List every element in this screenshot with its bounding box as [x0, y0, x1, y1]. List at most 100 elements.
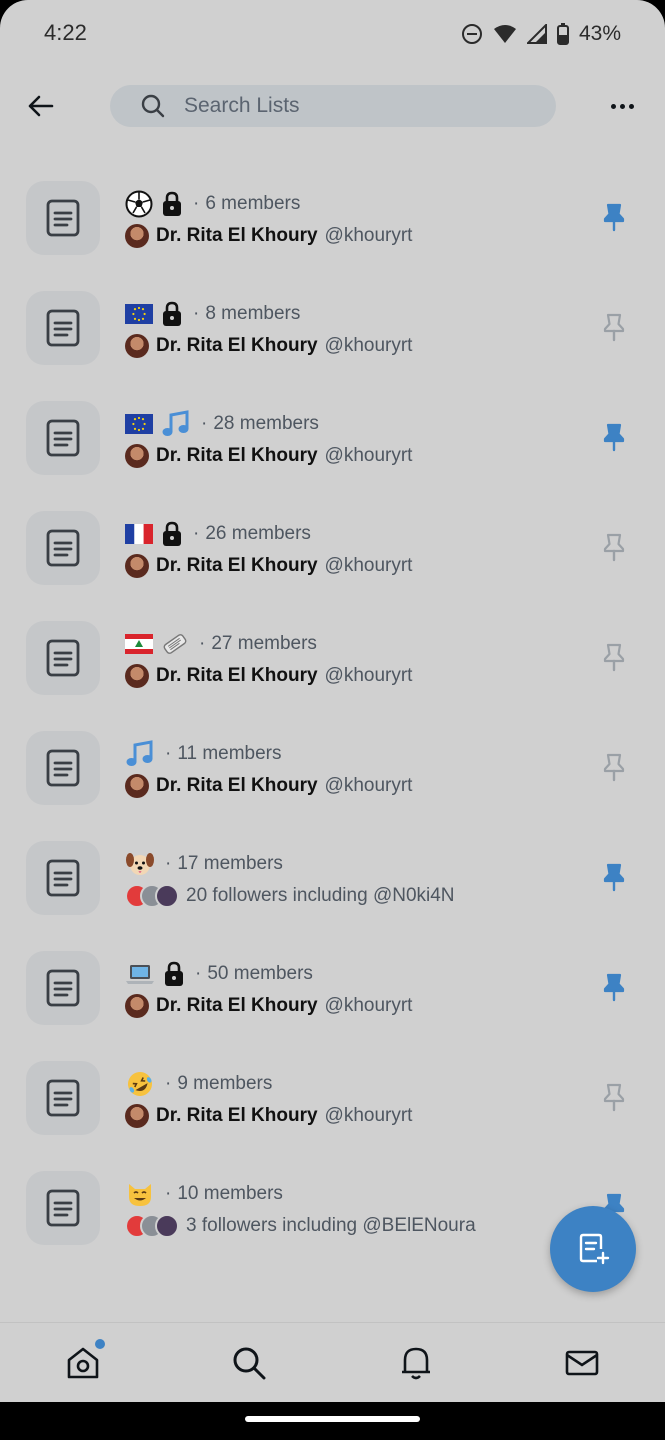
list-meta: Dr. Rita El Khoury @khouryrt [125, 223, 412, 249]
lists-container: · 6 members Dr. Rita El Khoury @khouryrt · 8 … [0, 163, 665, 1263]
list-name: · 26 members [125, 520, 311, 548]
lock-icon [161, 521, 183, 547]
owner-handle: @khouryrt [324, 995, 413, 1016]
back-button[interactable] [22, 88, 58, 124]
pin-toggle-button[interactable] [598, 1081, 630, 1113]
list-meta: Dr. Rita El Khoury @khouryrt [125, 553, 412, 579]
list-name: · 27 members [125, 630, 317, 658]
nav-messages[interactable] [562, 1343, 602, 1383]
list-name: · 8 members [125, 300, 300, 328]
list-item[interactable]: · 17 members 20 followers including @N0ki4… [0, 823, 665, 933]
follower-avatars [125, 884, 179, 908]
list-name: · 50 members [125, 960, 313, 988]
follower-avatars [125, 1214, 179, 1238]
lebanon-flag-icon [125, 634, 153, 654]
battery-percent: 43% [578, 22, 621, 45]
list-doc-icon [46, 199, 80, 237]
newspaper-icon [161, 631, 189, 657]
list-doc-icon [46, 859, 80, 897]
pin-toggle-button[interactable] [598, 971, 630, 1003]
app-screen: 4:22 43% Search Lists · 6 members Dr. Ri… [0, 0, 665, 1402]
avatar [125, 224, 149, 248]
pin-toggle-button[interactable] [598, 311, 630, 343]
nav-search[interactable] [229, 1343, 269, 1383]
nav-notifications[interactable] [396, 1343, 436, 1383]
member-count: 26 members [205, 523, 311, 544]
pin-icon [603, 423, 625, 452]
list-item[interactable]: · 27 members Dr. Rita El Khoury @khouryrt [0, 603, 665, 713]
new-list-button[interactable] [550, 1206, 636, 1292]
list-doc-icon [46, 1079, 80, 1117]
list-item[interactable]: · 9 members Dr. Rita El Khoury @khouryrt [0, 1043, 665, 1153]
owner-name: Dr. Rita El Khoury [156, 555, 318, 576]
list-name: · 28 members [125, 410, 319, 438]
member-count: 8 members [205, 303, 301, 324]
home-indicator[interactable] [245, 1416, 420, 1422]
search-lists-input[interactable]: Search Lists [110, 85, 556, 127]
home-icon [67, 1347, 99, 1379]
owner-name: Dr. Rita El Khoury [156, 995, 318, 1016]
search-placeholder: Search Lists [184, 94, 300, 117]
france-flag-icon [125, 524, 153, 544]
pin-toggle-button[interactable] [598, 641, 630, 673]
member-count: 27 members [211, 633, 317, 654]
pin-icon [603, 313, 625, 342]
dnd-icon [461, 23, 483, 45]
pin-toggle-button[interactable] [598, 201, 630, 233]
owner-handle: @khouryrt [324, 445, 413, 466]
nav-home[interactable] [63, 1339, 105, 1383]
mail-icon [565, 1350, 599, 1376]
more-horizontal-icon [610, 103, 616, 109]
pin-icon [603, 203, 625, 232]
pin-icon [603, 643, 625, 672]
dog-face-icon [125, 850, 155, 878]
home-notification-dot [95, 1339, 105, 1349]
list-meta: Dr. Rita El Khoury @khouryrt [125, 773, 412, 799]
list-name: · 9 members [125, 1070, 272, 1098]
list-item[interactable]: · 6 members Dr. Rita El Khoury @khouryrt [0, 163, 665, 273]
owner-name: Dr. Rita El Khoury [156, 1105, 318, 1126]
music-note-icon [125, 740, 155, 768]
member-count: 9 members [177, 1073, 273, 1094]
list-thumbnail [26, 1171, 100, 1245]
pin-icon [603, 753, 625, 782]
list-doc-icon [46, 419, 80, 457]
avatar [125, 1104, 149, 1128]
list-name: · 11 members [125, 740, 282, 768]
status-bar: 4:22 43% [0, 0, 665, 68]
search-icon [141, 94, 165, 118]
owner-handle: @khouryrt [324, 555, 413, 576]
member-count: 11 members [177, 743, 282, 764]
pin-icon [603, 1083, 625, 1112]
list-thumbnail [26, 621, 100, 695]
list-meta: 3 followers including @BElENoura [125, 1213, 476, 1239]
owner-name: Dr. Rita El Khoury [156, 665, 318, 686]
list-item[interactable]: · 50 members Dr. Rita El Khoury @khouryrt [0, 933, 665, 1043]
list-item[interactable]: · 26 members Dr. Rita El Khoury @khouryrt [0, 493, 665, 603]
search-icon [233, 1347, 266, 1380]
list-item[interactable]: · 11 members Dr. Rita El Khoury @khouryrt [0, 713, 665, 823]
pin-toggle-button[interactable] [598, 861, 630, 893]
list-meta: Dr. Rita El Khoury @khouryrt [125, 663, 412, 689]
pin-toggle-button[interactable] [598, 531, 630, 563]
more-options-button[interactable] [604, 92, 640, 120]
list-item[interactable]: · 8 members Dr. Rita El Khoury @khouryrt [0, 273, 665, 383]
pin-toggle-button[interactable] [598, 421, 630, 453]
list-name: · 10 members [125, 1180, 283, 1208]
status-icons: 43% [461, 20, 621, 48]
avatar [125, 444, 149, 468]
list-item[interactable]: · 28 members Dr. Rita El Khoury @khouryrt [0, 383, 665, 493]
bell-icon [402, 1347, 430, 1380]
pin-icon [603, 973, 625, 1002]
wifi-icon [493, 24, 517, 44]
list-meta: Dr. Rita El Khoury @khouryrt [125, 993, 412, 1019]
bottom-navigation [0, 1322, 665, 1402]
pin-icon [603, 863, 625, 892]
lock-icon [163, 961, 185, 987]
soccer-ball-icon [125, 190, 153, 218]
list-meta: Dr. Rita El Khoury @khouryrt [125, 333, 412, 359]
pin-toggle-button[interactable] [598, 751, 630, 783]
followers-summary: 3 followers including @BElENoura [186, 1215, 476, 1236]
member-count: 6 members [205, 193, 301, 214]
pin-icon [603, 533, 625, 562]
